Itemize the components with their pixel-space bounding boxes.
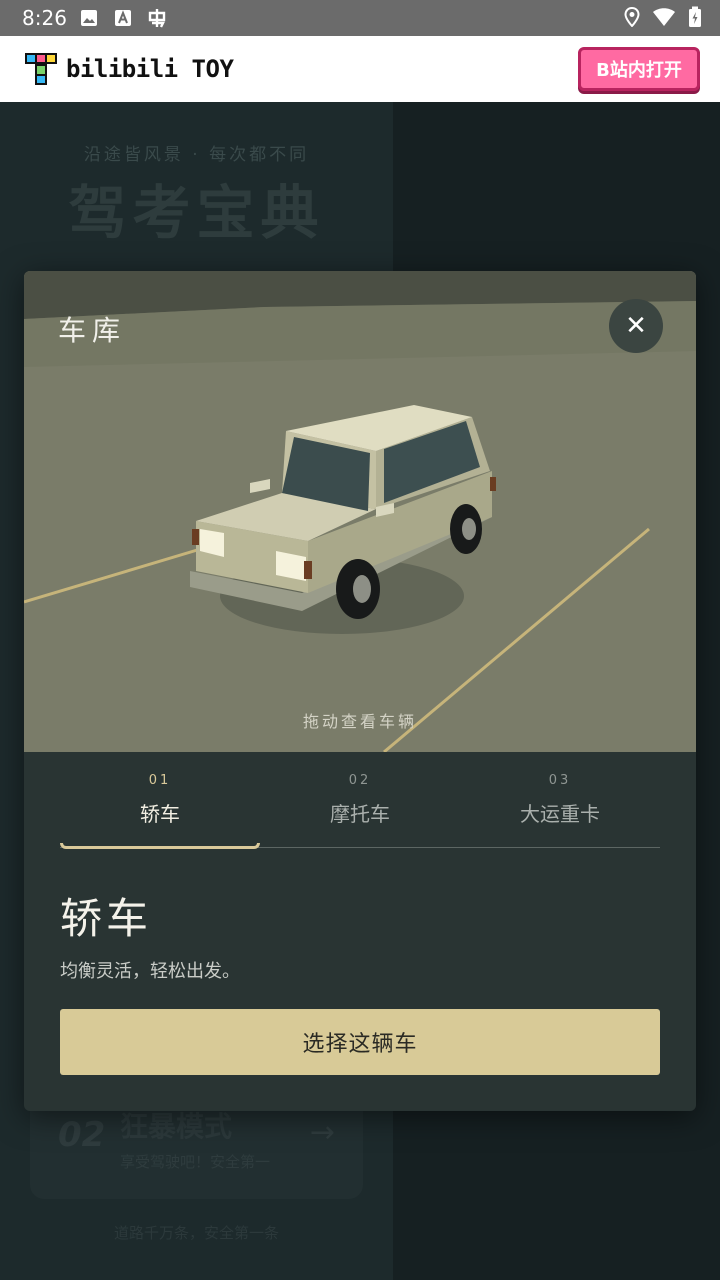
mode-card-subtitle: 享受驾驶吧！安全第一 — [120, 1153, 271, 1171]
selected-car-description: 均衡灵活，轻松出发。 — [60, 961, 240, 982]
close-button[interactable]: ✕ — [609, 299, 663, 353]
status-bar: 8:26 — [0, 0, 720, 36]
tab-heavy-truck[interactable]: 03 大运重卡 — [460, 752, 660, 848]
drag-hint: 拖动查看车辆 — [302, 712, 417, 731]
logo-text: bilibili TOY — [66, 55, 234, 83]
image-notification-icon — [81, 10, 97, 26]
toy-logo-icon — [25, 53, 57, 85]
background-footer: 道路千万条，安全第一条 — [113, 1224, 279, 1242]
bug-notification-icon — [148, 9, 166, 28]
vehicle-tabs: 01 轿车 02 摩托车 03 大运重卡 — [60, 752, 660, 849]
active-tab-indicator — [60, 843, 260, 849]
close-icon: ✕ — [625, 311, 647, 341]
status-time: 8:26 — [22, 6, 67, 30]
status-right-icons — [624, 6, 702, 28]
tab-index: 02 — [348, 773, 372, 788]
bilibili-toy-logo[interactable]: bilibili TOY — [24, 52, 234, 86]
garage-modal: 车库 ✕ 拖动查看车辆 01 轿车 02 摩托车 03 大运重卡 轿车 均衡灵活… — [24, 271, 696, 1111]
battery-charging-icon — [689, 6, 701, 27]
open-in-bilibili-button[interactable]: B站内打开 — [578, 47, 700, 91]
car-preview-viewport[interactable]: 车库 ✕ 拖动查看车辆 — [24, 271, 696, 754]
text-notification-icon — [115, 10, 131, 26]
mode-card-title: 狂暴模式 — [120, 1110, 233, 1143]
wifi-icon — [653, 8, 675, 26]
tab-label: 大运重卡 — [520, 802, 600, 826]
tab-motorcycle[interactable]: 02 摩托车 — [260, 752, 460, 848]
location-icon — [624, 7, 640, 27]
select-car-button[interactable]: 选择这辆车 — [60, 1009, 660, 1075]
background-title: 驾考宝典 — [68, 179, 325, 247]
tab-label: 摩托车 — [330, 802, 390, 826]
tab-index: 03 — [548, 773, 572, 788]
background-subtitle: 沿途皆风景 · 每次都不同 — [83, 145, 310, 165]
arrow-right-icon: → — [309, 1115, 335, 1150]
selected-car-name: 轿车 — [60, 894, 153, 943]
mode-card-number: 02 — [58, 1115, 106, 1155]
tab-index: 01 — [148, 773, 172, 788]
tab-sedan[interactable]: 01 轿车 — [60, 752, 260, 849]
tab-label: 轿车 — [140, 802, 180, 826]
garage-title: 车库 — [58, 314, 127, 347]
app-header: bilibili TOY B站内打开 — [0, 36, 720, 102]
